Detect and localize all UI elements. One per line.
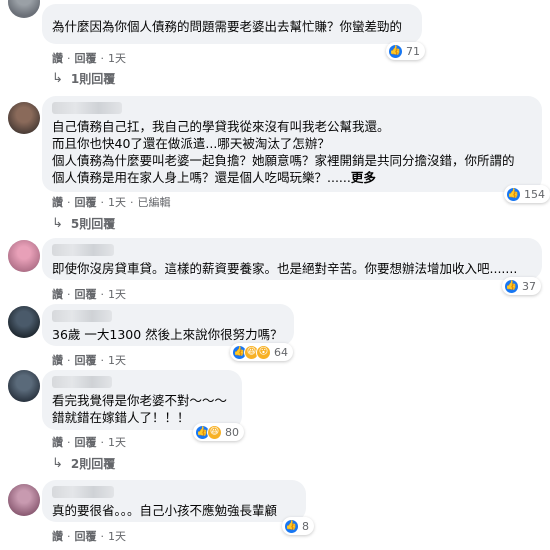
- timestamp[interactable]: 1天: [108, 288, 126, 301]
- timestamp[interactable]: 1天: [108, 354, 126, 367]
- timestamp[interactable]: 1天: [108, 436, 126, 449]
- view-replies[interactable]: ↳ 1則回覆: [52, 70, 115, 87]
- like-icon: 👍: [504, 278, 519, 294]
- reaction-summary[interactable]: 👍 8: [282, 517, 314, 535]
- edited-label: 已編輯: [137, 196, 171, 209]
- haha-icon: 😆: [207, 424, 222, 440]
- like-action[interactable]: 讚: [52, 52, 63, 65]
- author-name[interactable]: [52, 486, 114, 498]
- avatar[interactable]: [8, 484, 40, 516]
- reaction-count: 80: [225, 425, 239, 439]
- comment-text: 36歲 一大1300 然後上來說你很努力嗎？: [52, 327, 283, 342]
- comment-bubble: 自己債務自己扛，我自己的學貸我從來沒有叫我老公幫我還。 而且你也快40了還在做派…: [42, 96, 542, 192]
- comment-bubble: 為什麼因為你個人債務的問題需要老婆出去幫忙賺？你蠻差勁的: [42, 4, 422, 44]
- comment-text: 即使你沒房貸車貸。這樣的薪資要養家。也是絕對辛苦。你要想辦法增加收入吧.....…: [52, 261, 518, 276]
- comment-actions: 讚 · 回覆 · 1天: [52, 288, 126, 301]
- replies-label: 5則回覆: [70, 217, 116, 231]
- reply-action[interactable]: 回覆: [75, 530, 97, 543]
- reply-action[interactable]: 回覆: [75, 354, 97, 367]
- comment-actions: 讚 · 回覆 · 1天: [52, 52, 126, 65]
- timestamp[interactable]: 1天: [108, 52, 126, 65]
- reply-action[interactable]: 回覆: [75, 196, 97, 209]
- like-icon: 👍: [284, 518, 299, 534]
- replies-label: 1則回覆: [70, 72, 116, 86]
- like-action[interactable]: 讚: [52, 354, 63, 367]
- reaction-summary[interactable]: 👍 154: [504, 185, 550, 203]
- reaction-count: 71: [406, 44, 420, 58]
- like-action[interactable]: 讚: [52, 530, 63, 543]
- comment-actions: 讚 · 回覆 · 1天: [52, 354, 126, 367]
- avatar[interactable]: [8, 102, 40, 134]
- like-action[interactable]: 讚: [52, 196, 63, 209]
- comment-bubble: 真的要很省。。。自己小孩不應勉強長輩顧: [42, 480, 306, 522]
- avatar[interactable]: [8, 306, 40, 338]
- author-name[interactable]: [52, 244, 114, 256]
- reaction-count: 64: [274, 345, 288, 359]
- like-icon: 👍: [388, 43, 403, 59]
- avatar[interactable]: [8, 0, 40, 18]
- reply-arrow-icon: ↳: [52, 71, 63, 86]
- comment-bubble: 看完我覺得是你老婆不對～～～ 錯就錯在嫁錯人了！！！: [42, 370, 242, 430]
- avatar[interactable]: [8, 240, 40, 272]
- comment-actions: 讚 · 回覆 · 1天: [52, 436, 126, 449]
- reaction-summary[interactable]: 👍 71: [386, 42, 425, 60]
- comment-text: 看完我覺得是你老婆不對～～～ 錯就錯在嫁錯人了！！！: [52, 393, 228, 425]
- avatar[interactable]: [8, 370, 40, 402]
- reaction-summary[interactable]: 👍 37: [502, 277, 541, 295]
- author-name[interactable]: [52, 310, 112, 322]
- comment-text: 真的要很省。。。自己小孩不應勉強長輩顧: [52, 503, 278, 518]
- author-name[interactable]: [52, 376, 112, 388]
- reply-arrow-icon: ↳: [52, 456, 63, 471]
- like-icon: 👍: [506, 186, 521, 202]
- replies-label: 2則回覆: [70, 457, 116, 471]
- view-replies[interactable]: ↳ 5則回覆: [52, 215, 115, 232]
- timestamp[interactable]: 1天: [108, 196, 126, 209]
- like-action[interactable]: 讚: [52, 436, 63, 449]
- like-action[interactable]: 讚: [52, 288, 63, 301]
- comment-actions: 讚 · 回覆 · 1天: [52, 530, 126, 543]
- reply-action[interactable]: 回覆: [75, 288, 97, 301]
- reply-arrow-icon: ↳: [52, 216, 63, 231]
- reaction-summary[interactable]: 👍 😆 80: [193, 423, 244, 441]
- timestamp[interactable]: 1天: [108, 530, 126, 543]
- sad-icon: 😮: [256, 344, 271, 360]
- reaction-summary[interactable]: 👍 😆 😮 64: [230, 343, 293, 361]
- reply-action[interactable]: 回覆: [75, 52, 97, 65]
- author-name[interactable]: [52, 102, 122, 114]
- reaction-count: 37: [522, 279, 536, 293]
- comment-bubble: 36歲 一大1300 然後上來說你很努力嗎？: [42, 304, 294, 346]
- view-replies[interactable]: ↳ 2則回覆: [52, 455, 115, 472]
- comment-text: 自己債務自己扛，我自己的學貸我從來沒有叫我老公幫我還。 而且你也快40了還在做派…: [52, 119, 515, 185]
- comment-text: 為什麼因為你個人債務的問題需要老婆出去幫忙賺？你蠻差勁的: [52, 19, 403, 34]
- comment-bubble: 即使你沒房貸車貸。這樣的薪資要養家。也是絕對辛苦。你要想辦法增加收入吧.....…: [42, 238, 542, 280]
- reaction-count: 154: [524, 187, 545, 201]
- reply-action[interactable]: 回覆: [75, 436, 97, 449]
- see-more-link[interactable]: 更多: [351, 170, 376, 185]
- comment-actions: 讚 · 回覆 · 1天 · 已編輯: [52, 196, 171, 209]
- reaction-count: 8: [302, 519, 309, 533]
